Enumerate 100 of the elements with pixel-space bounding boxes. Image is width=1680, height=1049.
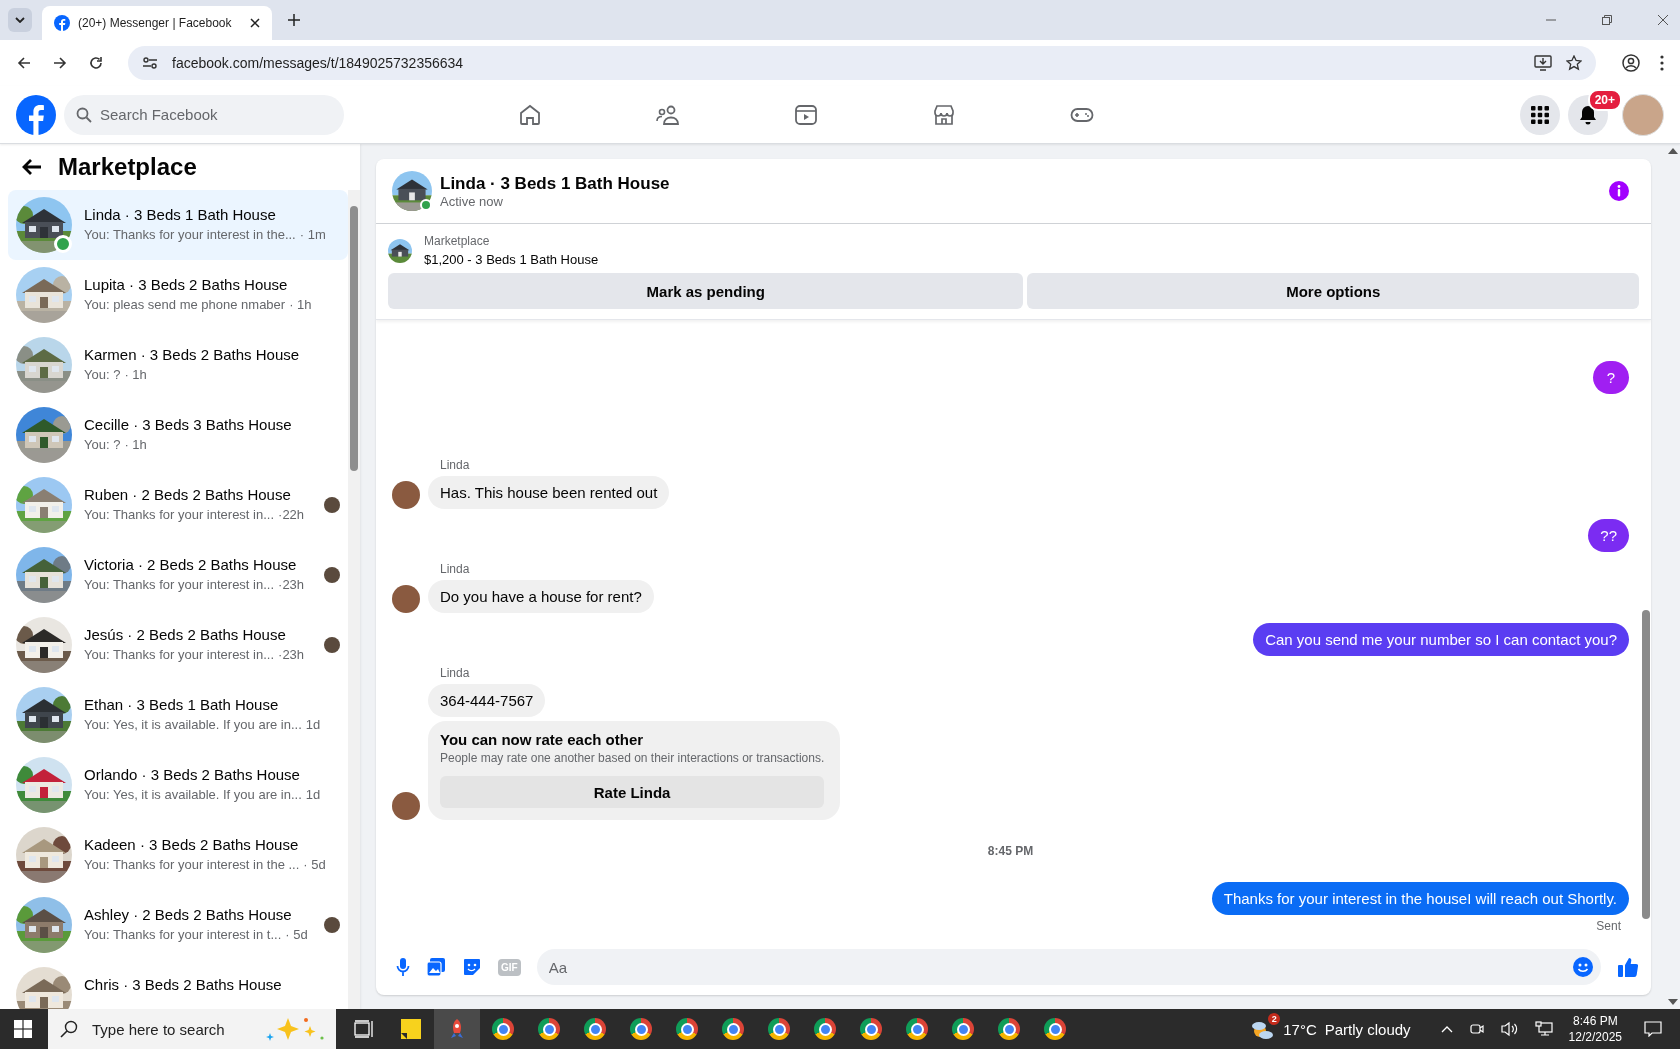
listing-title[interactable]: $1,200 - 3 Beds 1 Bath House	[424, 252, 599, 267]
conversation-title: Ruben · 2 Beds 2 Baths House	[84, 486, 292, 503]
conversation-title: Ethan · 3 Beds 1 Bath House	[84, 696, 280, 713]
message-preview: You: Thanks for your interest in...	[84, 507, 275, 522]
task-view-icon[interactable]	[354, 1020, 374, 1038]
close-tab-icon[interactable]	[250, 18, 260, 28]
address-bar[interactable]: facebook.com/messages/t/1849025732356634	[128, 46, 1596, 80]
search-field[interactable]: Search Facebook	[64, 94, 344, 135]
bell-icon	[1578, 104, 1598, 125]
conversation-title: Lupita · 3 Beds 2 Baths House	[84, 276, 289, 293]
message-preview: You: Thanks for your interest in...	[84, 647, 275, 662]
tab-search-button[interactable]	[8, 8, 32, 32]
store-icon[interactable]	[932, 102, 956, 127]
thumbs-up-icon[interactable]	[1617, 956, 1639, 978]
notification-badge: 20+	[1587, 88, 1622, 111]
windows-start-icon[interactable]	[14, 1020, 32, 1038]
conversation-item[interactable]: Karmen · 3 Beds 2 Baths House You: ? · 1h	[8, 330, 348, 400]
camera-icon[interactable]	[1468, 1021, 1485, 1037]
sent-message: Thanks for your interest in the houseI will reach out Shortly.	[1211, 882, 1629, 915]
tab-title: (20+) Messenger | Facebook	[78, 16, 233, 30]
conversation-title: Jesús · 2 Beds 2 Baths House	[84, 626, 287, 643]
message-preview: You: Thanks for your interest in the ...	[84, 857, 300, 872]
home-icon[interactable]	[518, 102, 542, 127]
temperature[interactable]: 17°C	[1283, 1020, 1317, 1038]
menu-icon[interactable]	[1660, 55, 1664, 71]
message-field[interactable]: Aa	[536, 949, 1601, 985]
emoji-icon[interactable]	[1573, 957, 1593, 977]
conversation-item[interactable]: Jesús · 2 Beds 2 Baths House You: Thanks for your interest in... ·23h	[8, 610, 348, 680]
restore-icon[interactable]	[1602, 15, 1612, 25]
network-icon[interactable]	[1534, 1021, 1553, 1037]
browser-tab[interactable]: (20+) Messenger | Facebook	[42, 6, 272, 40]
weather-badge: 2	[1268, 1013, 1281, 1025]
conversation-item[interactable]: Kadeen · 3 Beds 2 Baths House You: Thanks for your interest in the ... · 5d	[8, 820, 348, 890]
weather-condition[interactable]: Partly cloudy	[1324, 1020, 1411, 1038]
conversation-item[interactable]: Linda · 3 Beds 1 Bath House You: Thanks for your interest in the... · 1m	[8, 190, 348, 260]
notification-center-icon[interactable]	[1644, 1021, 1662, 1037]
conversation-title: Victoria · 2 Beds 2 Baths House	[84, 556, 298, 573]
message-time: · 1h	[289, 297, 312, 312]
microphone-icon[interactable]	[396, 957, 410, 977]
sidebar-title: Marketplace	[58, 153, 197, 181]
listing-label: Marketplace	[424, 234, 491, 248]
message-preview: You: Yes, it is available. If you are in...	[84, 717, 302, 732]
taskbar-search-field[interactable]: Type here to search	[48, 1009, 336, 1049]
message-time: · 5d	[285, 927, 308, 942]
conversation-item[interactable]: Lupita · 3 Beds 2 Baths House You: pleas send me phone nmaber · 1h	[8, 260, 348, 330]
listing-action-button[interactable]: More options	[1027, 273, 1639, 309]
sent-message: Can you send me your number so I can contact you?	[1253, 623, 1629, 656]
message-preview: You: ?	[84, 437, 121, 452]
conversation-title: Orlando · 3 Beds 2 Baths House	[84, 766, 301, 783]
back-icon[interactable]	[16, 55, 32, 71]
conversation-item[interactable]: Cecille · 3 Beds 3 Baths House You: ? · 1h	[8, 400, 348, 470]
active-status: Active now	[440, 193, 504, 209]
conversation-item[interactable]: Ruben · 2 Beds 2 Baths House You: Thanks for your interest in... ·22h	[8, 470, 348, 540]
message-preview: You: ?	[84, 367, 121, 382]
message-time: · 5d	[303, 857, 326, 872]
facebook-logo-icon[interactable]	[16, 94, 56, 135]
scroll-up-icon[interactable]	[1667, 148, 1678, 154]
received-message: Has. This house been rented out	[428, 476, 670, 509]
sent-message: ??	[1588, 519, 1629, 552]
conversation-item[interactable]: Ashley · 2 Beds 2 Baths House You: Thanks for your interest in t... · 5d	[8, 890, 348, 960]
scroll-down-icon[interactable]	[1667, 999, 1678, 1005]
info-icon[interactable]	[1609, 181, 1629, 201]
rating-text: People may rate one another based on their interactions or transactions.	[440, 751, 825, 765]
message-time: · 1m	[299, 227, 326, 242]
install-icon[interactable]	[1534, 55, 1552, 71]
forward-icon[interactable]	[52, 55, 68, 71]
scrollbar[interactable]	[348, 190, 360, 1009]
sticker-icon[interactable]	[462, 957, 482, 977]
bookmark-star-icon[interactable]	[1566, 55, 1582, 71]
received-message: Do you have a house for rent?	[428, 580, 654, 613]
sparkle-icon	[266, 1016, 326, 1042]
message-time: · 1h	[124, 437, 147, 452]
conversation-item[interactable]: Orlando · 3 Beds 2 Baths House You: Yes, it is available. If you are in... 1d	[8, 750, 348, 820]
chat-title[interactable]: Linda · 3 Beds 1 Bath House	[440, 173, 670, 194]
back-arrow-icon[interactable]	[22, 158, 42, 176]
message-preview: You: Thanks for your interest in...	[84, 577, 275, 592]
conversation-item[interactable]: Victoria · 2 Beds 2 Baths House You: Thanks for your interest in... ·23h	[8, 540, 348, 610]
photo-icon[interactable]	[426, 957, 446, 977]
chevron-up-icon[interactable]	[1440, 1025, 1453, 1033]
rate-button[interactable]: Rate Linda	[440, 776, 825, 808]
conversation-title: Cecille · 3 Beds 3 Baths House	[84, 416, 293, 433]
listing-action-button[interactable]: Mark as pending	[388, 273, 1024, 309]
reload-icon[interactable]	[88, 55, 104, 71]
clock-time[interactable]: 8:46 PM	[1572, 1014, 1618, 1028]
conversation-item[interactable]: Ethan · 3 Beds 1 Bath House You: Yes, it is available. If you are in... 1d	[8, 680, 348, 750]
video-icon[interactable]	[794, 102, 818, 127]
sender-name: Linda	[440, 666, 471, 680]
conversation-title: Kadeen · 3 Beds 2 Baths House	[84, 836, 300, 853]
apps-menu-button[interactable]	[1520, 94, 1560, 135]
volume-icon[interactable]	[1500, 1021, 1519, 1037]
site-settings-icon[interactable]	[142, 55, 158, 71]
clock-date[interactable]: 12/2/2025	[1568, 1030, 1622, 1044]
new-tab-icon[interactable]	[288, 14, 300, 26]
message-time: ·23h	[278, 647, 305, 662]
message-time: ·23h	[278, 577, 305, 592]
caret-icon	[15, 17, 25, 23]
conversation-title: Karmen · 3 Beds 2 Baths House	[84, 346, 301, 363]
profile-icon[interactable]	[1622, 54, 1640, 72]
close-icon[interactable]	[1658, 15, 1668, 25]
message-preview: You: Thanks for your interest in the...	[84, 227, 296, 242]
